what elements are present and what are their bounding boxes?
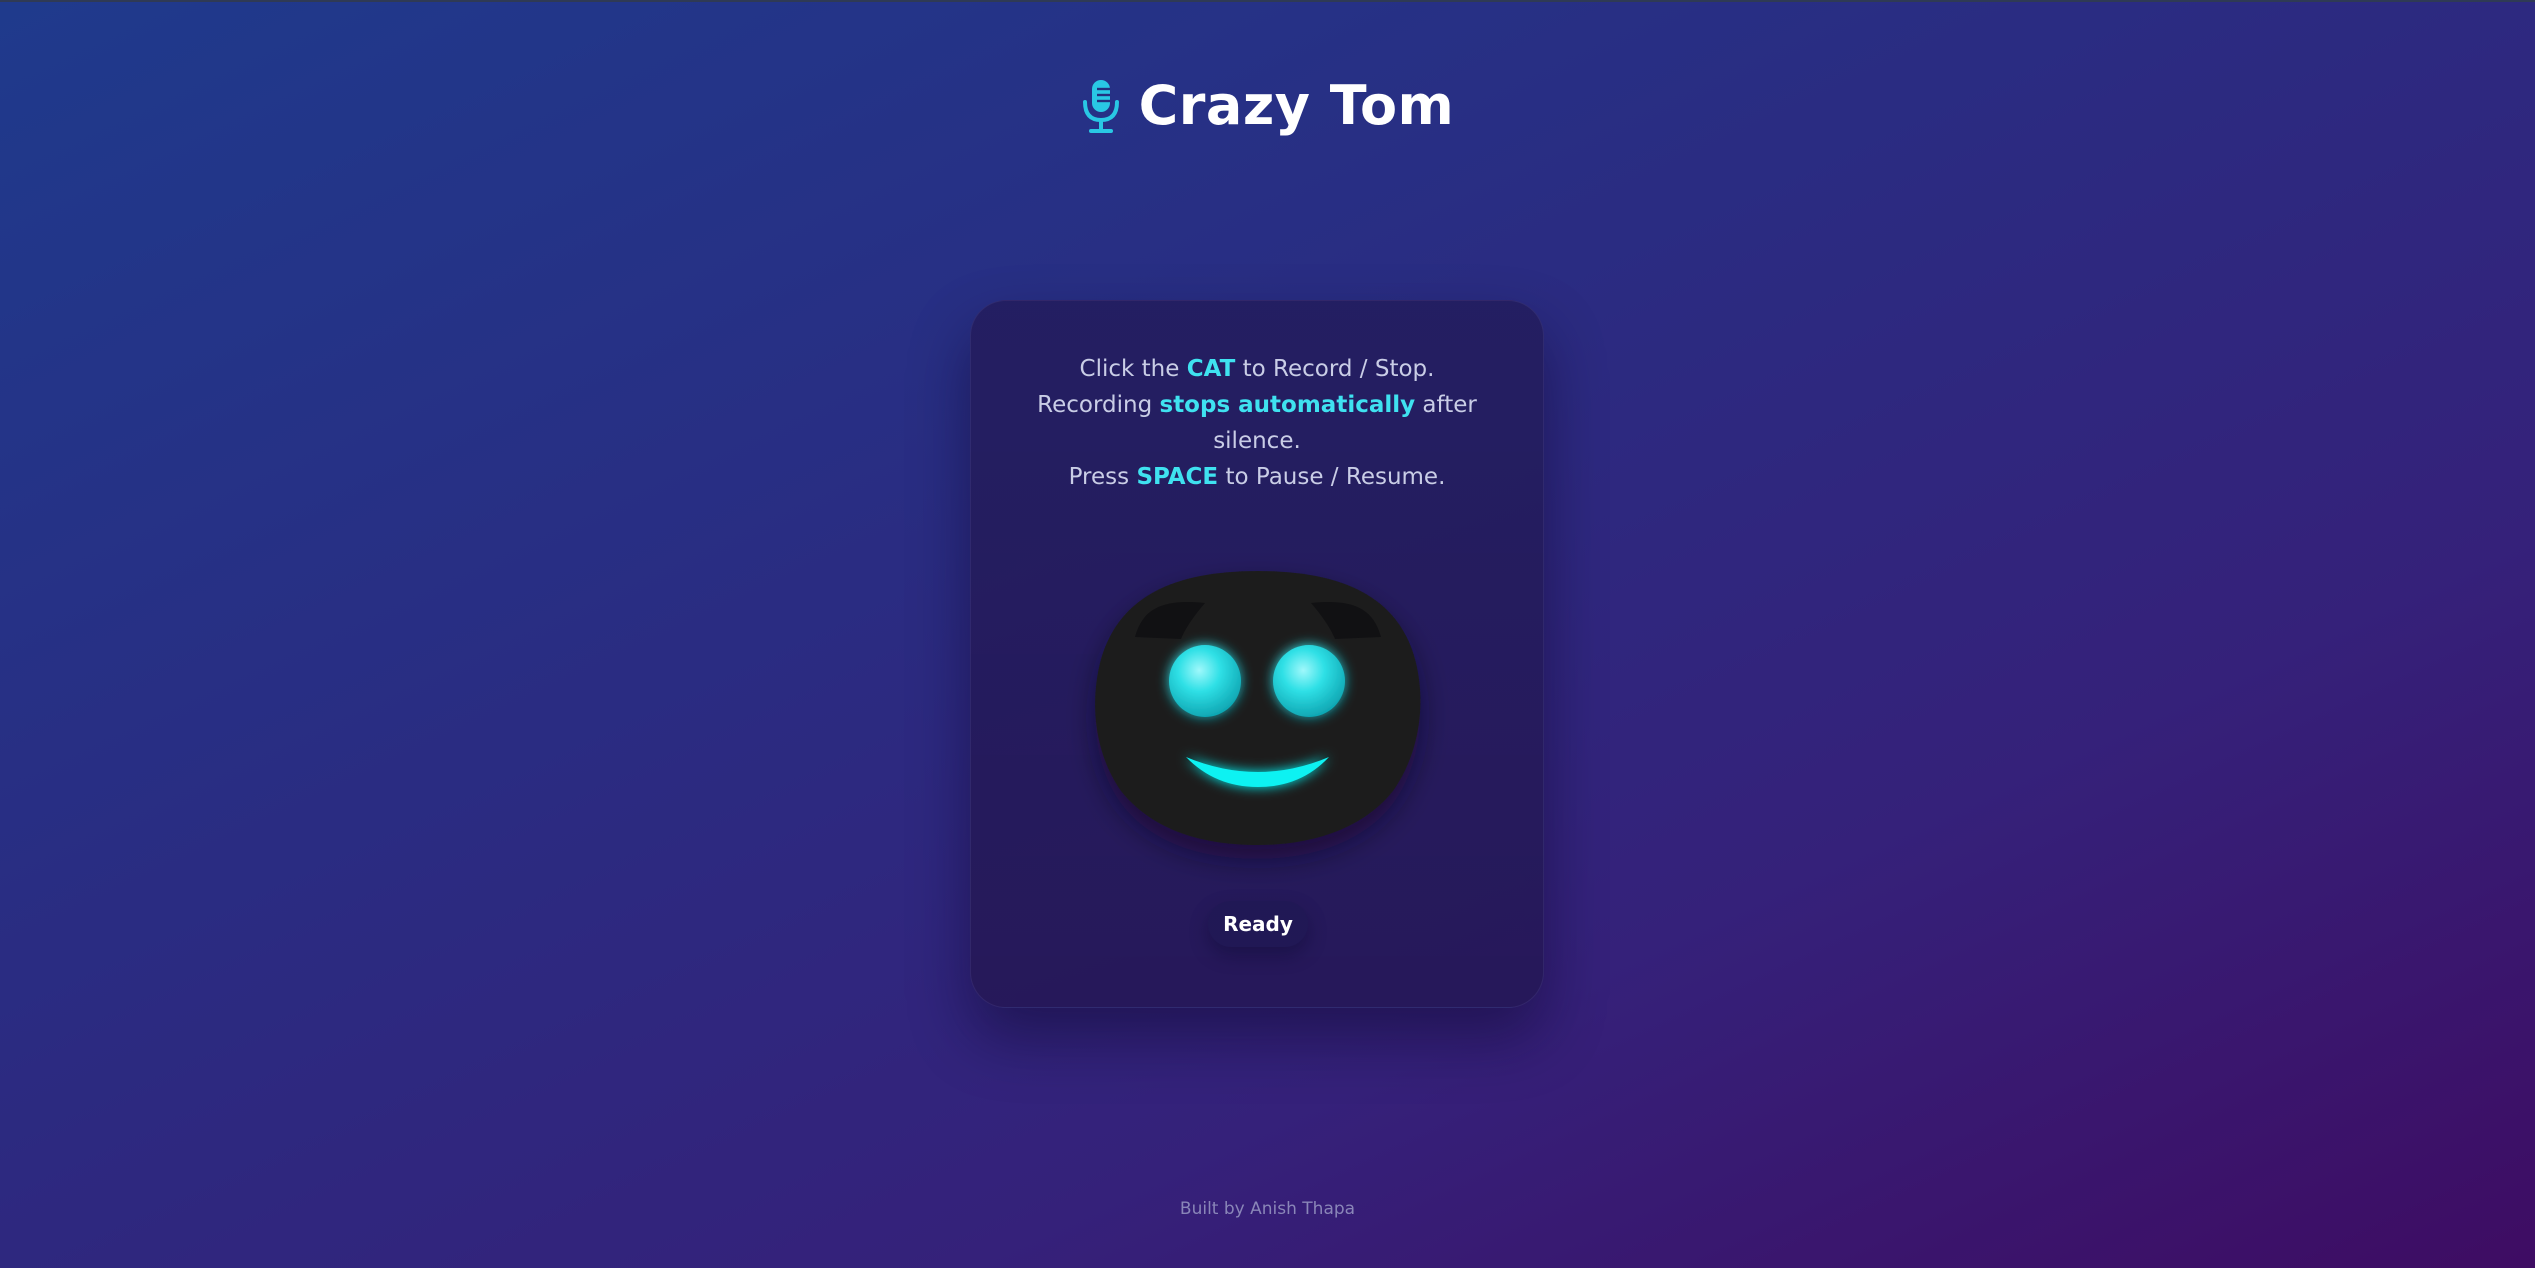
app-title: Crazy Tom — [1138, 74, 1455, 137]
instruction-line-pause: Press SPACE to Pause / Resume. — [1068, 464, 1446, 490]
instruction-line-auto-stop: Recording stops automatically after sile… — [1037, 392, 1477, 454]
instructions: Click the CAT to Record / Stop. Recordin… — [1021, 351, 1493, 495]
highlight-space: SPACE — [1136, 464, 1219, 490]
left-eye — [1169, 645, 1241, 717]
app-header: Crazy Tom — [0, 74, 2535, 137]
highlight-stops-automatically: stops automatically — [1159, 392, 1416, 418]
status-badge: Ready — [1208, 901, 1308, 947]
instruction-line-record: Click the CAT to Record / Stop. — [1079, 356, 1435, 382]
recorder-card: Click the CAT to Record / Stop. Recordin… — [970, 300, 1544, 1008]
footer-credit: Built by Anish Thapa — [1179, 1199, 1356, 1219]
cat-head — [1095, 571, 1421, 845]
right-eye — [1273, 645, 1345, 717]
microphone-icon — [1081, 78, 1121, 134]
highlight-cat: CAT — [1186, 356, 1236, 382]
cat-record-button[interactable] — [1093, 569, 1423, 847]
cat-face-icon — [1095, 571, 1421, 845]
